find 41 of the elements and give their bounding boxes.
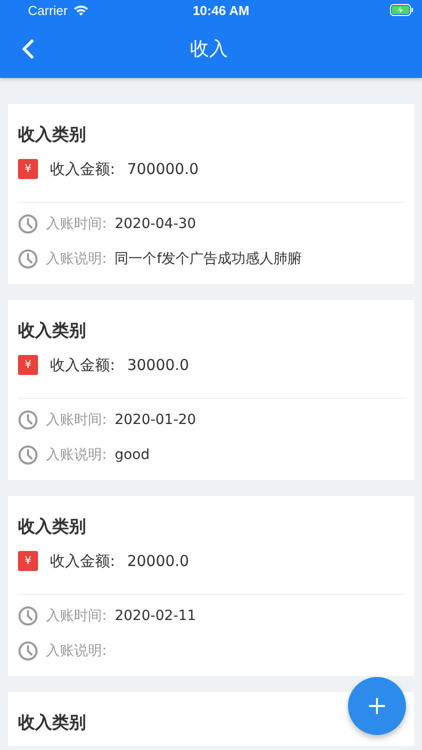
wifi-icon	[72, 4, 89, 16]
plus-icon	[368, 697, 386, 715]
clock-icon	[18, 410, 38, 430]
currency-badge: ¥	[18, 551, 38, 571]
time-label: 入账时间:	[46, 606, 107, 624]
time-value: 2020-01-20	[114, 412, 196, 428]
page-title: 收入	[190, 37, 228, 62]
category-title: 收入类别	[18, 712, 87, 735]
amount-value: 700000.0	[127, 160, 199, 178]
note-value: 同一个f发个广告成功感人肺腑	[114, 250, 302, 268]
record-card[interactable]: 收入类别 ¥ 收入金额: 20000.0 入账时间: 2020-02-11 入账说明:	[8, 496, 414, 676]
time-value: 2020-02-11	[114, 608, 196, 624]
record-card[interactable]: 收入类别	[8, 692, 414, 746]
record-card[interactable]: 收入类别 ¥ 收入金额: 30000.0 入账时间: 2020-01-20 入账说明: good	[8, 300, 414, 480]
amount-value: 20000.0	[127, 552, 190, 570]
status-time: 10:46 AM	[192, 2, 250, 18]
carrier-label: Carrier	[28, 2, 68, 18]
category-title: 收入类别	[18, 320, 87, 343]
time-label: 入账时间:	[46, 410, 107, 428]
clock-icon	[18, 606, 38, 626]
record-card[interactable]: 收入类别 ¥ 收入金额: 700000.0 入账时间: 2020-04-30 入账说明: 同一个f发个广告成功感人肺腑	[8, 104, 414, 284]
amount-label: 收入金额:	[50, 356, 116, 374]
time-label: 入账时间:	[46, 214, 107, 232]
time-value: 2020-04-30	[114, 216, 196, 232]
category-title: 收入类别	[18, 516, 87, 539]
category-title: 收入类别	[18, 124, 87, 147]
battery-icon	[390, 4, 414, 16]
clock-icon	[18, 248, 38, 268]
amount-label: 收入金额:	[50, 160, 116, 178]
note-label: 入账说明:	[46, 446, 107, 464]
clock-icon	[18, 640, 38, 660]
clock-icon	[18, 444, 38, 464]
note-label: 入账说明:	[46, 250, 107, 268]
note-value: good	[114, 446, 150, 462]
note-label: 入账说明:	[46, 642, 107, 660]
currency-badge: ¥	[18, 355, 38, 375]
amount-label: 收入金额:	[50, 552, 116, 570]
clock-icon	[18, 214, 38, 234]
amount-value: 30000.0	[127, 356, 190, 374]
currency-badge: ¥	[18, 159, 38, 179]
back-icon	[22, 39, 34, 59]
